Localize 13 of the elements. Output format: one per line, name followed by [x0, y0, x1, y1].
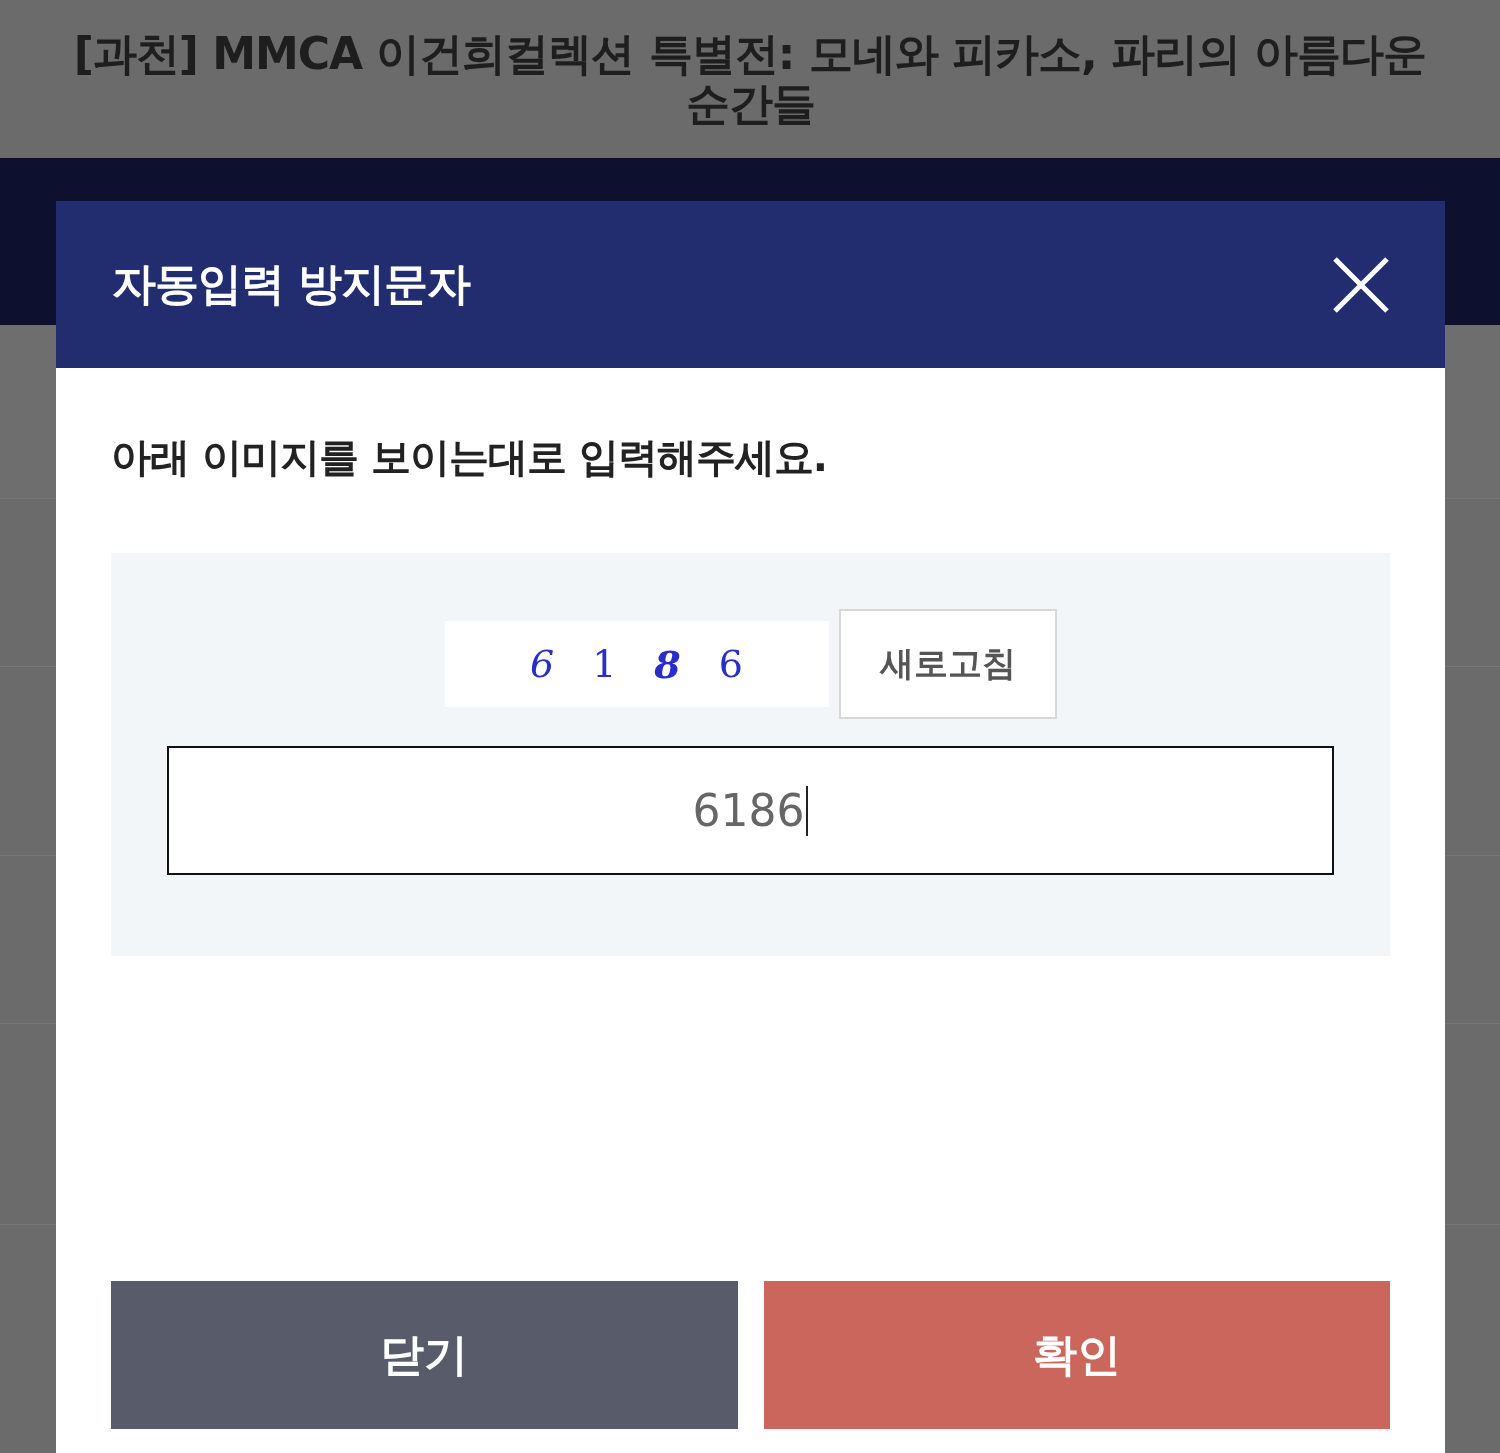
close-icon	[1332, 255, 1390, 314]
captcha-character: 6	[718, 642, 743, 686]
page-title: [과천] MMCA 이건희컬렉션 특별전: 모네와 피카소, 파리의 아름다운 순간들	[72, 29, 1428, 129]
confirm-button[interactable]: 확인	[763, 1281, 1390, 1429]
captcha-character: 1	[592, 642, 617, 686]
close-button[interactable]	[1332, 255, 1390, 314]
instruction-text: 아래 이미지를 보이는대로 입력해주세요.	[111, 433, 828, 482]
dialog-title: 자동입력 방지문자	[112, 257, 471, 311]
captcha-character: 6	[530, 642, 555, 686]
close-button[interactable]: 닫기	[111, 1281, 738, 1429]
input-field[interactable]: 6186	[167, 746, 1334, 875]
captcha-character: 8	[654, 641, 681, 687]
refresh-button[interactable]: 새로고침	[838, 609, 1057, 719]
